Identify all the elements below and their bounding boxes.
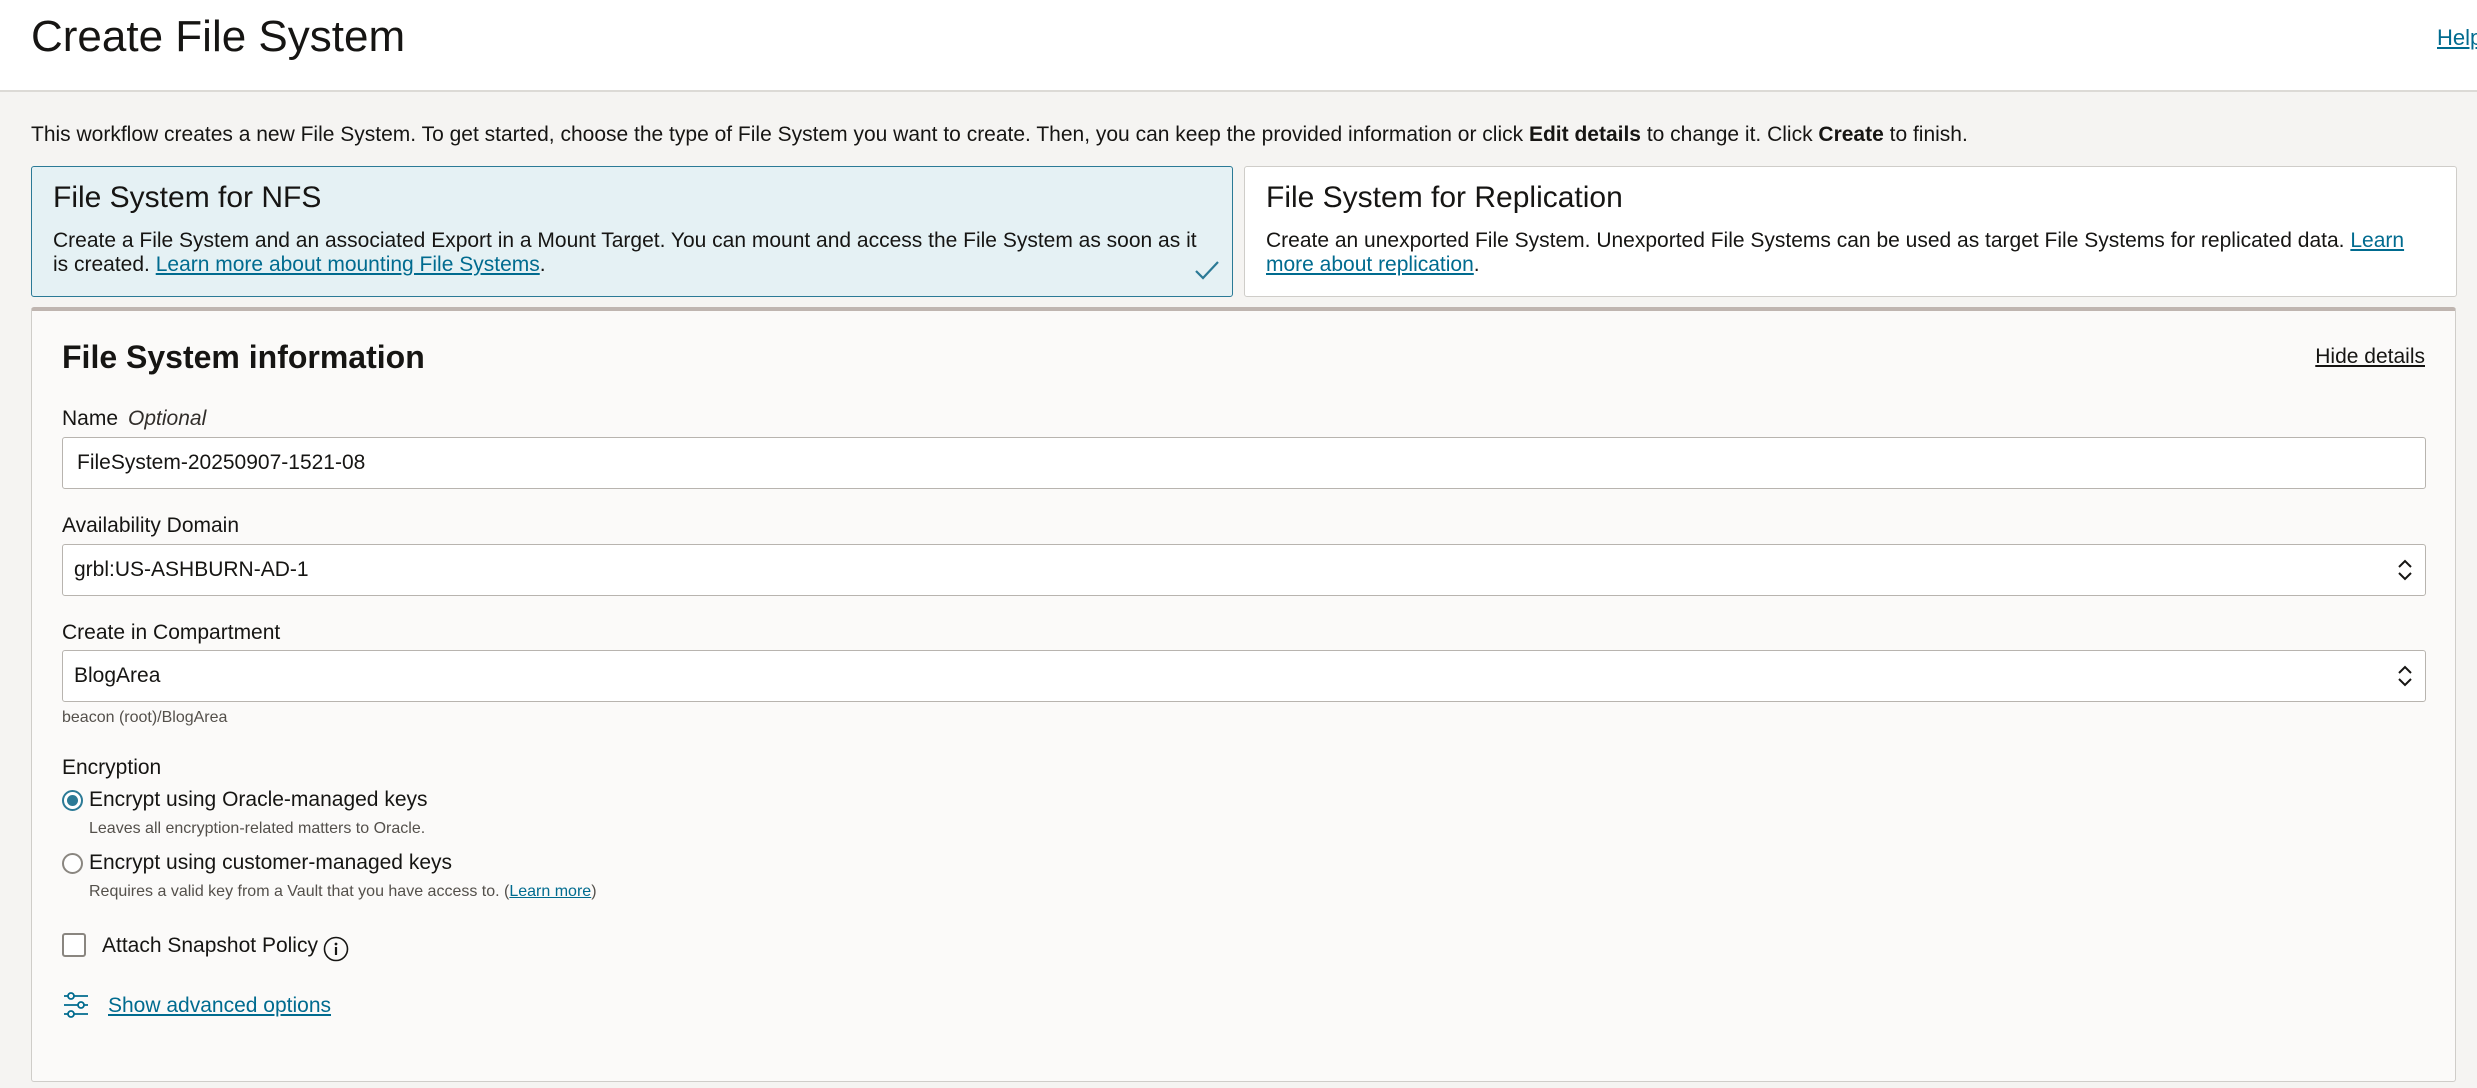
chevron-up-down-icon [2398,665,2412,687]
availability-domain-label: Availability Domain [62,514,240,537]
attach-snapshot-policy-checkbox[interactable] [62,933,86,957]
card-title-nfs: File System for NFS [53,181,322,214]
compartment-value: BlogArea [74,664,161,687]
name-label: Name Optional [62,407,207,430]
show-advanced-options-link[interactable]: Show advanced options [108,994,331,1018]
section-title: File System information [62,339,425,375]
encrypt-oracle-managed-label[interactable]: Encrypt using Oracle-managed keys [89,788,428,812]
file-system-information-panel: File System information Hide details Nam… [31,307,2456,1082]
card-title-replication: File System for Replication [1266,181,1623,214]
card-desc-nfs: Create a File System and an associated E… [53,229,1197,276]
name-input[interactable] [62,437,2426,489]
hide-details-link[interactable]: Hide details [2315,345,2425,369]
compartment-path: beacon (root)/BlogArea [62,709,228,726]
check-icon [1195,261,1219,280]
compartment-select[interactable]: BlogArea [62,650,2426,702]
encryption-label: Encryption [62,756,162,779]
availability-domain-value: grbl:US-ASHBURN-AD-1 [74,558,309,581]
card-file-system-nfs[interactable]: File System for NFS Create a File System… [31,166,1233,297]
compartment-label: Create in Compartment [62,621,281,644]
encrypt-customer-managed-radio[interactable] [62,853,83,874]
attach-snapshot-policy-label[interactable]: Attach Snapshot Policy [102,934,318,958]
page-title: Create File System [31,12,406,61]
sliders-icon[interactable] [62,991,90,1019]
encrypt-oracle-managed-hint: Leaves all encryption-related matters to… [89,820,426,837]
help-link[interactable]: Help [2437,25,2477,51]
card-desc-replication: Create an unexported File System. Unexpo… [1266,229,2405,276]
card-file-system-replication[interactable]: File System for Replication Create an un… [1244,166,2457,297]
optional-label: Optional [128,407,207,430]
learn-more-vault-link[interactable]: Learn more [509,883,591,900]
encrypt-customer-managed-label[interactable]: Encrypt using customer-managed keys [89,851,452,875]
availability-domain-select[interactable]: grbl:US-ASHBURN-AD-1 [62,544,2426,596]
learn-more-mounting-link[interactable]: Learn more about mounting File Systems [156,253,540,276]
info-icon[interactable] [323,936,349,962]
page-header: Create File System Help [0,0,2477,92]
encrypt-oracle-managed-radio[interactable] [62,790,83,811]
chevron-up-down-icon [2398,559,2412,581]
intro-text: This workflow creates a new File System.… [31,123,1968,146]
encrypt-customer-managed-hint: Requires a valid key from a Vault that y… [89,883,597,900]
